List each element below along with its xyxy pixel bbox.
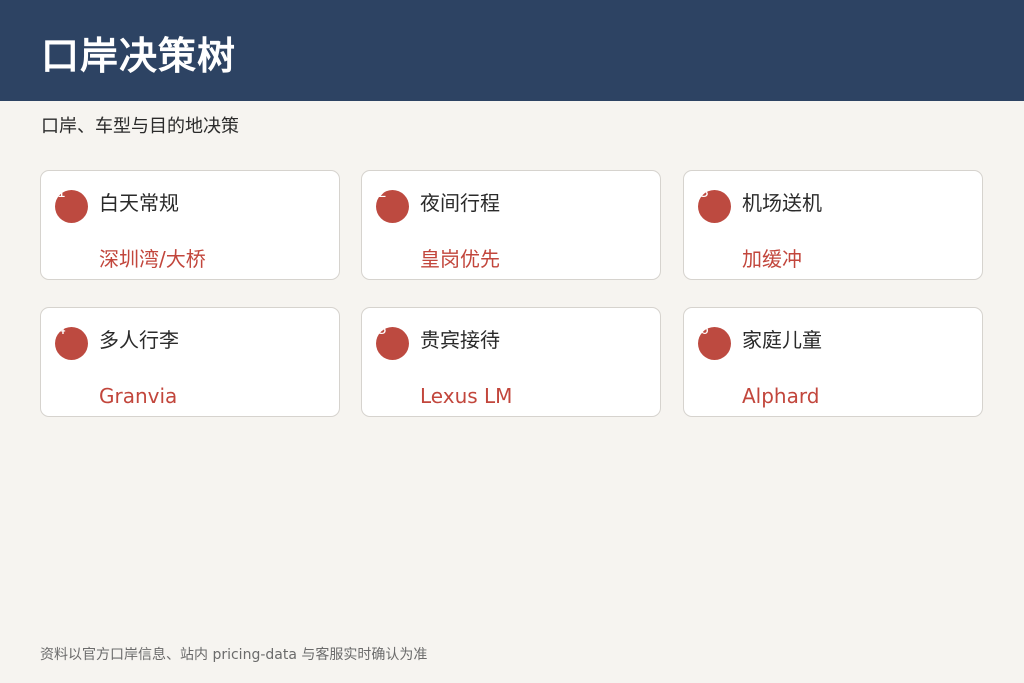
decision-card-6: 6 家庭儿童 Alphard (683, 307, 983, 417)
card-value: 深圳湾/大桥 (99, 247, 206, 271)
card-value: Granvia (99, 384, 178, 408)
card-title: 白天常规 (99, 191, 179, 215)
decision-card-5: 5 贵宾接待 Lexus LM (361, 307, 661, 417)
card-number: 5 (378, 322, 387, 338)
card-value: 加缓冲 (742, 247, 802, 271)
card-value: Alphard (742, 384, 820, 408)
card-value: Lexus LM (420, 384, 513, 408)
decision-card-1: 1 白天常规 深圳湾/大桥 (40, 170, 340, 280)
card-number: 2 (378, 185, 387, 201)
decision-card-4: 4 多人行李 Granvia (40, 307, 340, 417)
footer-note: 资料以官方口岸信息、站内 pricing-data 与客服实时确认为准 (40, 647, 428, 663)
card-title: 夜间行程 (420, 191, 500, 215)
card-number: 4 (57, 322, 66, 338)
decision-card-3: 3 机场送机 加缓冲 (683, 170, 983, 280)
card-title: 多人行李 (99, 328, 179, 352)
card-value: 皇岗优先 (420, 247, 500, 271)
card-number: 1 (57, 185, 66, 201)
card-title: 贵宾接待 (420, 328, 500, 352)
card-number: 6 (700, 322, 709, 338)
card-title: 家庭儿童 (742, 328, 822, 352)
card-number: 3 (700, 185, 709, 201)
page-subtitle: 口岸、车型与目的地决策 (41, 116, 239, 137)
page-title: 口岸决策树 (41, 34, 237, 78)
page: 口岸决策树 口岸、车型与目的地决策 1 白天常规 深圳湾/大桥 2 夜间行程 皇… (0, 0, 1024, 683)
header-bar: 口岸决策树 (0, 0, 1024, 101)
decision-card-2: 2 夜间行程 皇岗优先 (361, 170, 661, 280)
card-title: 机场送机 (742, 191, 822, 215)
